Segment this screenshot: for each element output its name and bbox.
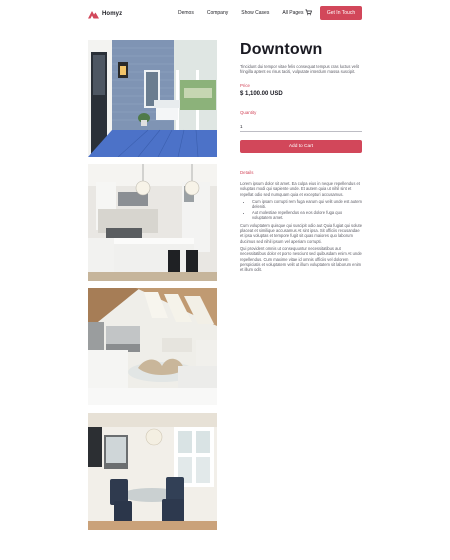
product-price: $ 1,100.00 USD xyxy=(240,90,283,97)
house-roof-logo-icon xyxy=(88,10,99,18)
nav-links: Demos Company Show Cases All Pages xyxy=(178,10,316,16)
nav-link-show-cases[interactable]: Show Cases xyxy=(241,10,269,16)
brand-name: Homyz xyxy=(102,11,123,17)
price-label: Price xyxy=(240,82,251,88)
kitchen-photo xyxy=(88,164,217,281)
details-bullet: Cum ipsam corrupti rem fuga earum qui ve… xyxy=(252,199,362,210)
nav-link-company[interactable]: Company xyxy=(207,10,228,16)
cart-icon[interactable] xyxy=(305,9,312,16)
brand-logo-link[interactable]: Homyz xyxy=(88,7,122,21)
product-panel: Downtown Tincidunt dui tempor vitae feli… xyxy=(240,40,362,273)
nav-link-demos[interactable]: Demos xyxy=(178,10,194,16)
add-to-cart-button[interactable]: Add to Cart xyxy=(240,139,362,153)
details-paragraph: Qui provident omnis ut consequuntur nece… xyxy=(240,246,362,273)
details-intro: Lorem ipsum dolor sit amet. Ea culpa eiu… xyxy=(240,180,360,197)
details-paragraph: Cum voluptatem quisque qui suscipit odio… xyxy=(240,222,362,244)
nav-link-all-pages[interactable]: All Pages xyxy=(282,10,303,16)
product-title: Downtown xyxy=(240,41,323,58)
dining-room-photo xyxy=(88,413,217,530)
get-in-touch-button[interactable]: Get In Touch xyxy=(320,6,362,20)
details-label: Details xyxy=(240,169,254,175)
product-description: Tincidunt dui tempor vitae felis consequ… xyxy=(240,64,359,75)
attic-living-room-photo xyxy=(88,288,217,405)
details-bullet: Aut molestiae repellendus ea eos dolore … xyxy=(252,210,362,221)
navbar: Homyz Demos Company Show Cases All Pages… xyxy=(0,0,450,28)
quantity-label: Quantity xyxy=(240,109,257,115)
quantity-input[interactable] xyxy=(240,121,362,132)
details-bullets: Cum ipsam corrupti rem fuga earum qui ve… xyxy=(252,199,362,221)
porch-photo xyxy=(88,40,217,157)
